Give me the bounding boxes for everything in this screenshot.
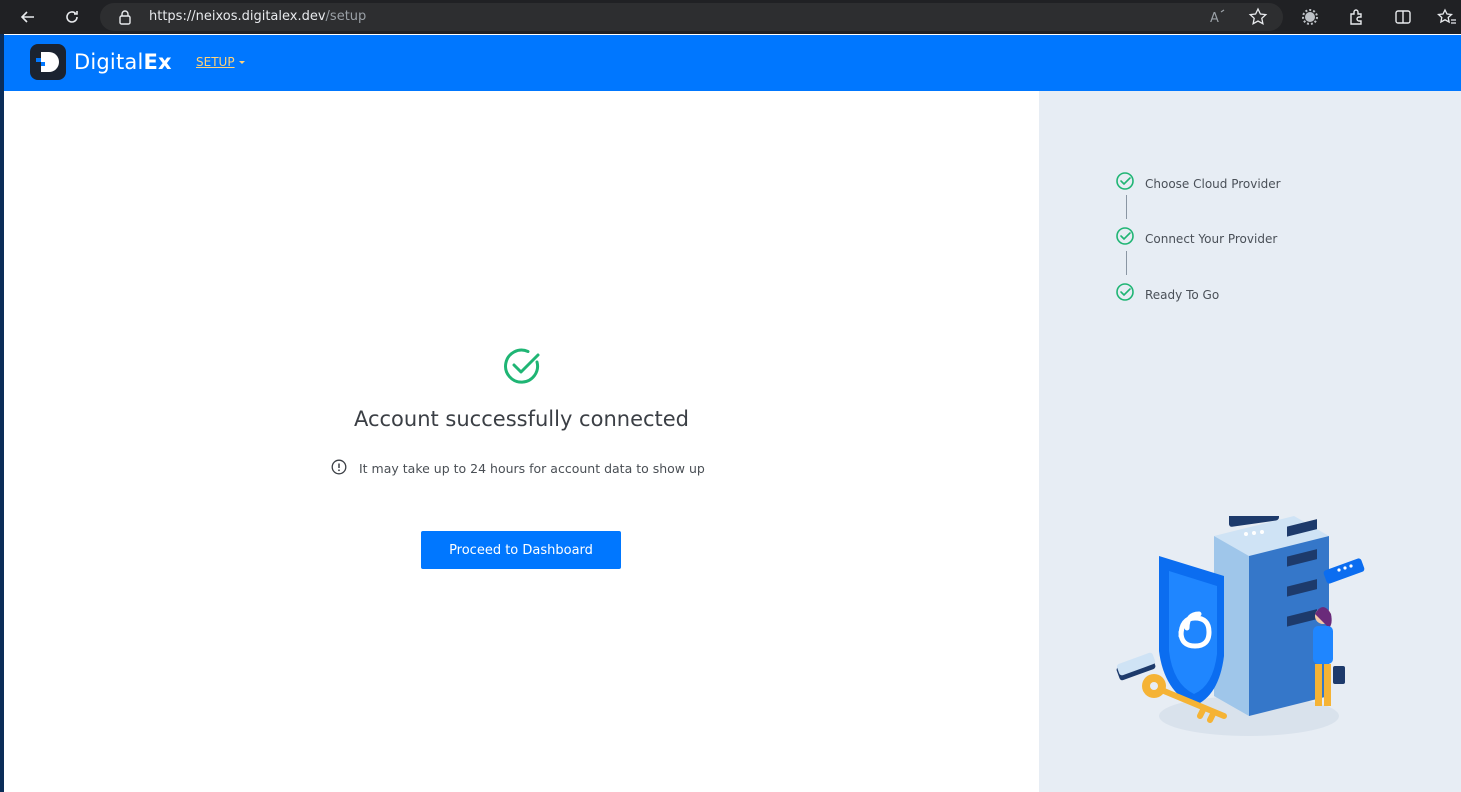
check-circle-icon — [501, 345, 543, 387]
url-path: /setup — [325, 9, 367, 24]
app-header: DigitalEx SETUP — [4, 35, 1461, 91]
step-check-icon — [1115, 282, 1135, 307]
step-choose-cloud-provider: Choose Cloud Provider — [1115, 171, 1281, 196]
refresh-icon[interactable] — [62, 7, 82, 27]
logo-text-regular: Digital — [74, 50, 144, 74]
info-row: It may take up to 24 hours for account d… — [331, 459, 705, 478]
digitalex-logo-icon[interactable] — [30, 44, 66, 80]
caret-down-icon — [238, 60, 245, 64]
url-text: https://neixos.digitalex.dev/setup — [149, 9, 366, 24]
step-connector — [1126, 195, 1127, 219]
proceed-to-dashboard-button[interactable]: Proceed to Dashboard — [421, 531, 621, 569]
svg-text:A: A — [1210, 11, 1219, 26]
info-circle-icon — [331, 459, 347, 478]
logo-text-bold: Ex — [143, 50, 172, 74]
extension-gear-icon[interactable] — [1300, 7, 1320, 27]
step-label: Choose Cloud Provider — [1145, 176, 1281, 191]
step-connect-your-provider: Connect Your Provider — [1115, 226, 1277, 251]
step-check-icon — [1115, 171, 1135, 196]
main-content: Account successfully connected It may ta… — [4, 91, 1039, 792]
step-label: Connect Your Provider — [1145, 231, 1278, 246]
browser-toolbar: https://neixos.digitalex.dev/setup A — [0, 0, 1461, 34]
favorites-list-icon[interactable] — [1437, 7, 1457, 27]
security-illustration — [1109, 504, 1379, 746]
lock-icon[interactable] — [118, 9, 132, 30]
read-aloud-icon[interactable]: A — [1208, 7, 1228, 32]
split-screen-icon[interactable] — [1393, 7, 1413, 27]
address-bar[interactable]: https://neixos.digitalex.dev/setup A — [100, 3, 1283, 31]
step-label: Ready To Go — [1145, 287, 1220, 302]
setup-menu[interactable]: SETUP — [196, 55, 245, 69]
step-ready-to-go: Ready To Go — [1115, 282, 1219, 307]
success-title: Account successfully connected — [353, 407, 690, 431]
favorite-star-icon[interactable] — [1248, 7, 1268, 32]
back-icon[interactable] — [18, 7, 38, 27]
step-connector — [1126, 251, 1127, 275]
extensions-puzzle-icon[interactable] — [1346, 7, 1366, 27]
setup-menu-label: SETUP — [196, 55, 235, 69]
logo-text[interactable]: DigitalEx — [74, 50, 172, 74]
url-host: https://neixos.digitalex.dev — [149, 9, 326, 24]
step-check-icon — [1115, 226, 1135, 251]
info-text: It may take up to 24 hours for account d… — [359, 461, 705, 476]
setup-steps-panel: Choose Cloud Provider Connect Your Provi… — [1039, 91, 1461, 792]
